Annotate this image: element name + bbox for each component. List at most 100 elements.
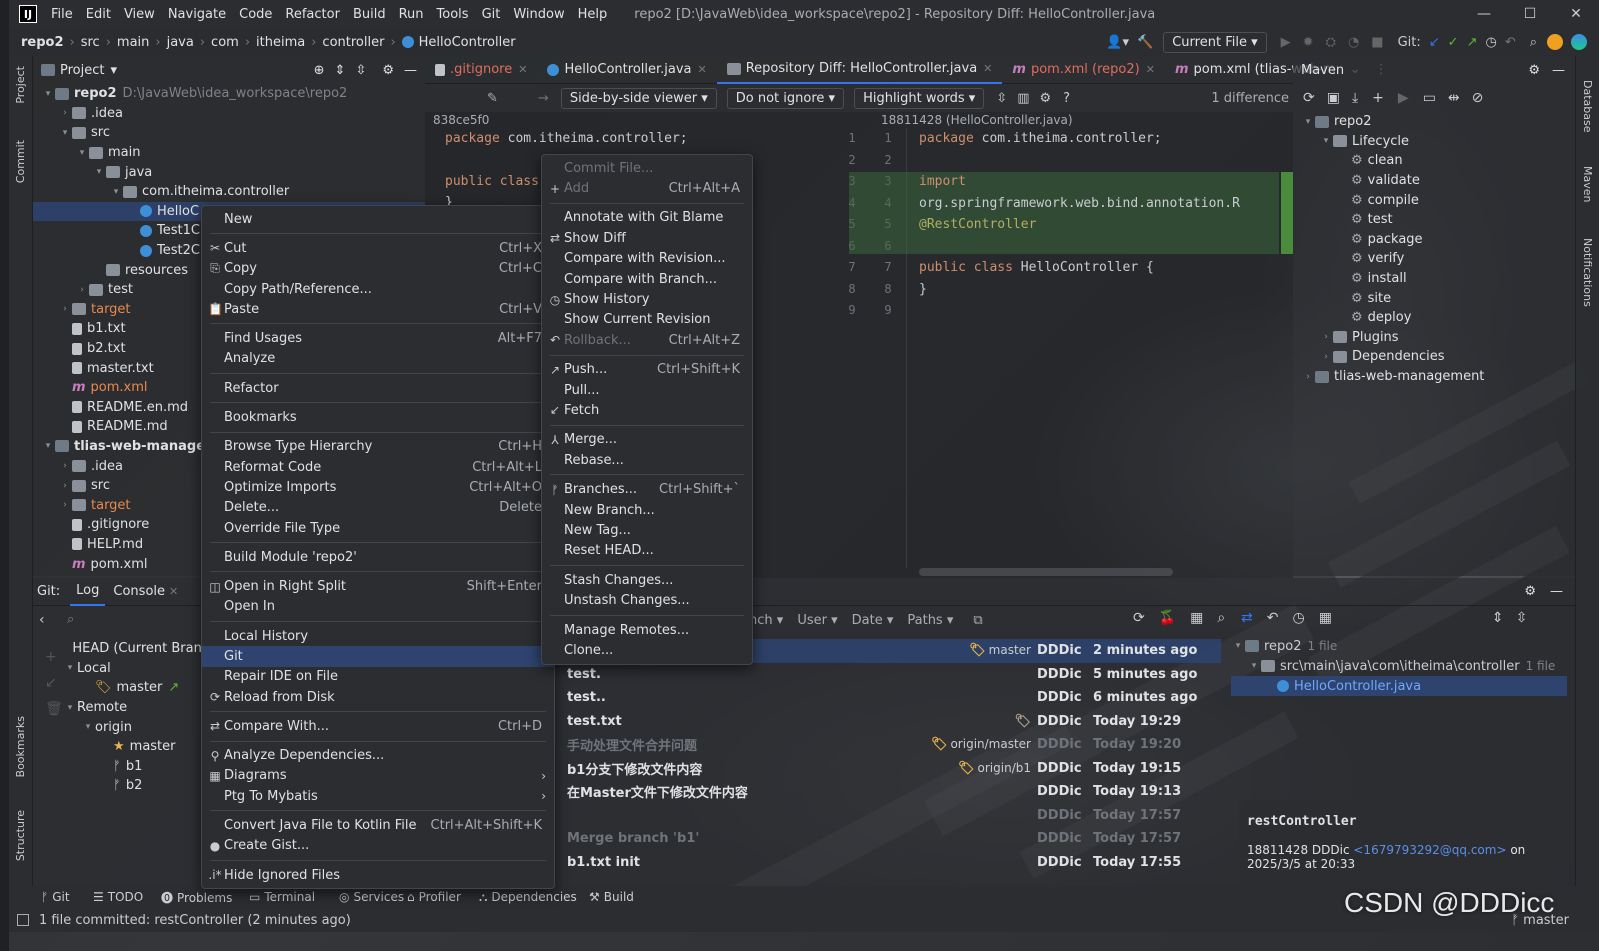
tool-window-dependencies[interactable]: ⛬ Dependencies bbox=[479, 890, 577, 905]
menu-item[interactable]: Annotate with Git Blame bbox=[542, 208, 752, 228]
commit-row[interactable]: 在Master文件下修改文件内容 DDDic Today 19:13 bbox=[565, 780, 1221, 804]
menu-item[interactable]: ↙ Fetch bbox=[542, 400, 752, 420]
editor-tab[interactable]: .gitignore ✕ bbox=[425, 56, 537, 84]
tab-close-icon[interactable]: ✕ bbox=[518, 63, 527, 76]
menu-item[interactable]: ᚠ Branches... Ctrl+Shift+` bbox=[542, 479, 752, 499]
git-push-icon[interactable]: ↗ bbox=[1467, 35, 1478, 50]
maven-tree-item[interactable]: ⚙ validate bbox=[1293, 171, 1575, 191]
branch-tree-item[interactable]: ᚠ b1 bbox=[63, 757, 209, 777]
chevron-down-icon[interactable]: ▾ bbox=[58, 128, 72, 138]
cherry-pick-icon[interactable]: 🍒 bbox=[1159, 610, 1176, 626]
menu-item[interactable]: Refactor› bbox=[202, 378, 554, 398]
show-diff-icon[interactable]: ⇄ bbox=[1241, 610, 1253, 626]
tool-window-problems[interactable]: ⓿ Problems bbox=[161, 889, 232, 906]
menu-item[interactable]: Copy Path/Reference... bbox=[202, 279, 554, 299]
locate-icon[interactable]: ⊕ bbox=[314, 63, 325, 78]
skip-tests-icon[interactable]: ⊘ bbox=[1472, 90, 1484, 106]
log-search-icon[interactable]: ⌕ bbox=[1217, 610, 1225, 626]
menu-item[interactable]: Stash Changes... bbox=[542, 570, 752, 590]
history-icon[interactable]: ◷ bbox=[1292, 610, 1304, 626]
run-maven-icon[interactable]: ▶ bbox=[1398, 90, 1409, 106]
menu-item[interactable]: Unstash Changes... bbox=[542, 590, 752, 610]
chevron-icon[interactable]: ▾ bbox=[1301, 117, 1315, 127]
changes-path[interactable]: src\main\java\com\itheima\controller bbox=[1280, 659, 1520, 674]
menu-view[interactable]: View bbox=[124, 7, 155, 22]
menu-item[interactable]: + Add Ctrl+Alt+A bbox=[542, 178, 752, 198]
breadcrumb-item[interactable]: src bbox=[81, 35, 100, 50]
menu-item[interactable]: ↶ Rollback... Ctrl+Alt+Z bbox=[542, 330, 752, 350]
menu-item[interactable]: Find Usages Alt+F7 bbox=[202, 328, 554, 348]
branch-tree-item[interactable]: ▾ Remote bbox=[63, 698, 209, 718]
maven-settings-icon[interactable]: ⚙ bbox=[1528, 63, 1540, 78]
sync-scroll-icon[interactable]: ▥ bbox=[1017, 91, 1029, 106]
branch-tree-item[interactable]: 🏷 master ↗ bbox=[63, 678, 209, 698]
maven-tool-button[interactable]: Maven bbox=[1581, 166, 1594, 202]
menu-item[interactable]: Delete... Delete bbox=[202, 498, 554, 518]
diff-right-editor[interactable]: 18811428 (HelloController.java) 12345678… bbox=[837, 112, 1293, 578]
maven-tree-item[interactable]: ▾ repo2 bbox=[1293, 112, 1575, 132]
commit-row[interactable]: test.txt 🏷 DDDic Today 19:29 bbox=[565, 710, 1221, 734]
layout-icon[interactable] bbox=[17, 914, 29, 926]
editor-tab[interactable]: Repository Diff: HelloController.java ✕ bbox=[716, 56, 1003, 84]
maximize-icon[interactable]: ☐ bbox=[1507, 6, 1553, 22]
chevron-down-icon[interactable]: ▾ bbox=[63, 663, 77, 673]
breadcrumb-item[interactable]: com bbox=[211, 35, 239, 50]
menu-item[interactable]: ⇄ Show Diff bbox=[542, 228, 752, 248]
commit-row[interactable]: test. DDDic 5 minutes ago bbox=[565, 663, 1221, 687]
menu-build[interactable]: Build bbox=[353, 7, 386, 22]
horizontal-scrollbar[interactable] bbox=[919, 568, 1173, 576]
stop-icon[interactable]: ■ bbox=[1371, 35, 1383, 50]
notifications-tool-button[interactable]: Notifications bbox=[1581, 238, 1594, 307]
chevron-down-icon[interactable]: ▾ bbox=[41, 89, 55, 99]
log-filter[interactable]: nch ▾ bbox=[749, 613, 783, 628]
menu-item[interactable]: Reformat Code Ctrl+Alt+L bbox=[202, 457, 554, 477]
menu-item[interactable]: ⟳ Reload from Disk bbox=[202, 687, 554, 707]
user-icon[interactable]: 👤▾ bbox=[1106, 35, 1129, 50]
branch-tree-item[interactable]: ▾ origin bbox=[63, 717, 209, 737]
menu-item[interactable]: ◫ Open in Right Split Shift+Enter bbox=[202, 576, 554, 596]
prev-diff-icon[interactable]: → bbox=[538, 91, 549, 106]
add-icon[interactable]: + bbox=[1372, 90, 1384, 106]
chevron-icon[interactable]: ▾ bbox=[1319, 136, 1333, 146]
menu-item[interactable]: Local History› bbox=[202, 626, 554, 646]
chevron-right-icon[interactable]: › bbox=[75, 285, 89, 295]
menu-item[interactable]: ◷ Show History bbox=[542, 289, 752, 309]
menu-item[interactable]: Override File Type bbox=[202, 518, 554, 538]
maven-tree-item[interactable]: ⚙ test bbox=[1293, 210, 1575, 230]
chevron-down-icon[interactable]: ▾ bbox=[92, 167, 106, 177]
highlight-select[interactable]: Highlight words ▾ bbox=[854, 87, 985, 109]
project-panel-title[interactable]: Project bbox=[60, 63, 104, 78]
branch-tree-item[interactable]: ★ master bbox=[63, 737, 209, 757]
commit-tool-button[interactable]: Commit bbox=[14, 140, 27, 183]
commit-row[interactable]: Merge branch 'b1' DDDic Today 17:57 bbox=[565, 827, 1221, 851]
menu-item[interactable]: Reset HEAD... bbox=[542, 541, 752, 561]
tool-window-todo[interactable]: ☰ TODO bbox=[93, 890, 143, 904]
breadcrumb-item[interactable]: repo2 bbox=[21, 35, 64, 50]
branch-tree-item[interactable]: HEAD (Current Branc bbox=[63, 639, 209, 659]
commit-row[interactable]: test.. DDDic 6 minutes ago bbox=[565, 686, 1221, 710]
chevron-down-icon[interactable]: ▾ bbox=[41, 441, 55, 451]
database-tool-button[interactable]: Database bbox=[1581, 80, 1594, 133]
commit-row[interactable]: DDDic Today 17:57 bbox=[565, 804, 1221, 828]
maven-hide-icon[interactable]: — bbox=[1552, 63, 1565, 78]
menu-item[interactable]: Optimize Imports Ctrl+Alt+O bbox=[202, 477, 554, 497]
diff-settings-icon[interactable]: ⚙ bbox=[1040, 91, 1052, 106]
tool-window-services[interactable]: ◎ Services bbox=[339, 890, 404, 904]
expand-all-icon[interactable]: ⇕ bbox=[335, 63, 346, 78]
chevron-down-icon[interactable]: ▾ bbox=[81, 722, 95, 732]
maven-tree-item[interactable]: ⚙ deploy bbox=[1293, 308, 1575, 328]
menu-item[interactable]: Pull... bbox=[542, 380, 752, 400]
commit-email-link[interactable]: <1679793292@qq.com> bbox=[1353, 843, 1506, 857]
edit-source-icon[interactable]: ✎ bbox=[487, 91, 498, 106]
tree-item[interactable]: ▾ src bbox=[33, 123, 425, 143]
maven-tree-item[interactable]: ⚙ install bbox=[1293, 269, 1575, 289]
breadcrumb-item[interactable]: main bbox=[117, 35, 149, 50]
refresh-log-icon[interactable]: ⟳ bbox=[1133, 610, 1145, 626]
chevron-icon[interactable]: › bbox=[1301, 372, 1315, 382]
tab-close-icon[interactable]: ✕ bbox=[1146, 63, 1155, 76]
minimize-icon[interactable]: — bbox=[1461, 6, 1507, 22]
menu-run[interactable]: Run bbox=[399, 7, 424, 22]
maven-tree-item[interactable]: ⚙ verify bbox=[1293, 249, 1575, 269]
menu-item[interactable]: Rebase... bbox=[542, 450, 752, 470]
menu-file[interactable]: File bbox=[51, 7, 73, 22]
